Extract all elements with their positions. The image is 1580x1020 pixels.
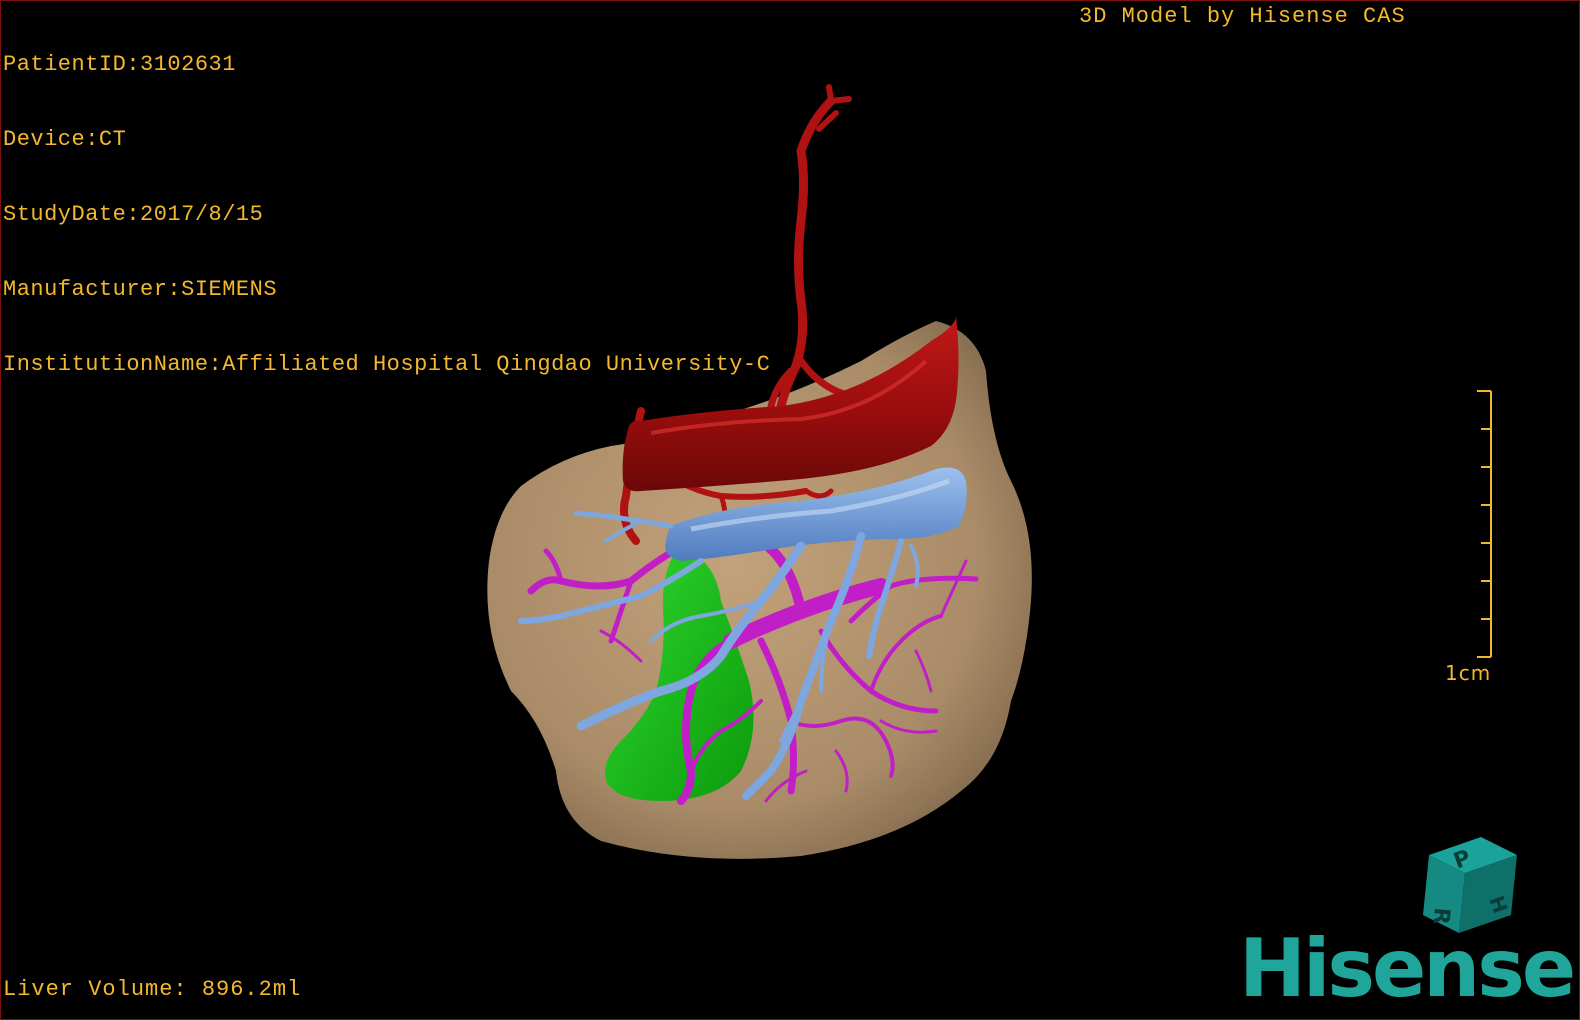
device-text: Device:CT	[3, 127, 127, 152]
hisense-logo: Hisense	[1239, 922, 1576, 1015]
3d-viewport[interactable]: PatientID:3102631 Device:CT StudyDate:20…	[0, 0, 1580, 1020]
liver-volume-text: Liver Volume: 896.2ml	[3, 977, 302, 1002]
study-date-text: StudyDate:2017/8/15	[3, 202, 264, 227]
patient-info-overlay: PatientID:3102631 Device:CT StudyDate:20…	[3, 2, 770, 427]
scale-label: 1cm	[1445, 661, 1492, 685]
manufacturer-text: Manufacturer:SIEMENS	[3, 277, 278, 302]
institution-text: InstitutionName:Affiliated Hospital Qing…	[3, 352, 771, 377]
patient-id-text: PatientID:3102631	[3, 52, 236, 77]
model-credit-text: 3D Model by Hisense CAS	[1079, 4, 1406, 29]
scale-bar	[1477, 390, 1492, 658]
